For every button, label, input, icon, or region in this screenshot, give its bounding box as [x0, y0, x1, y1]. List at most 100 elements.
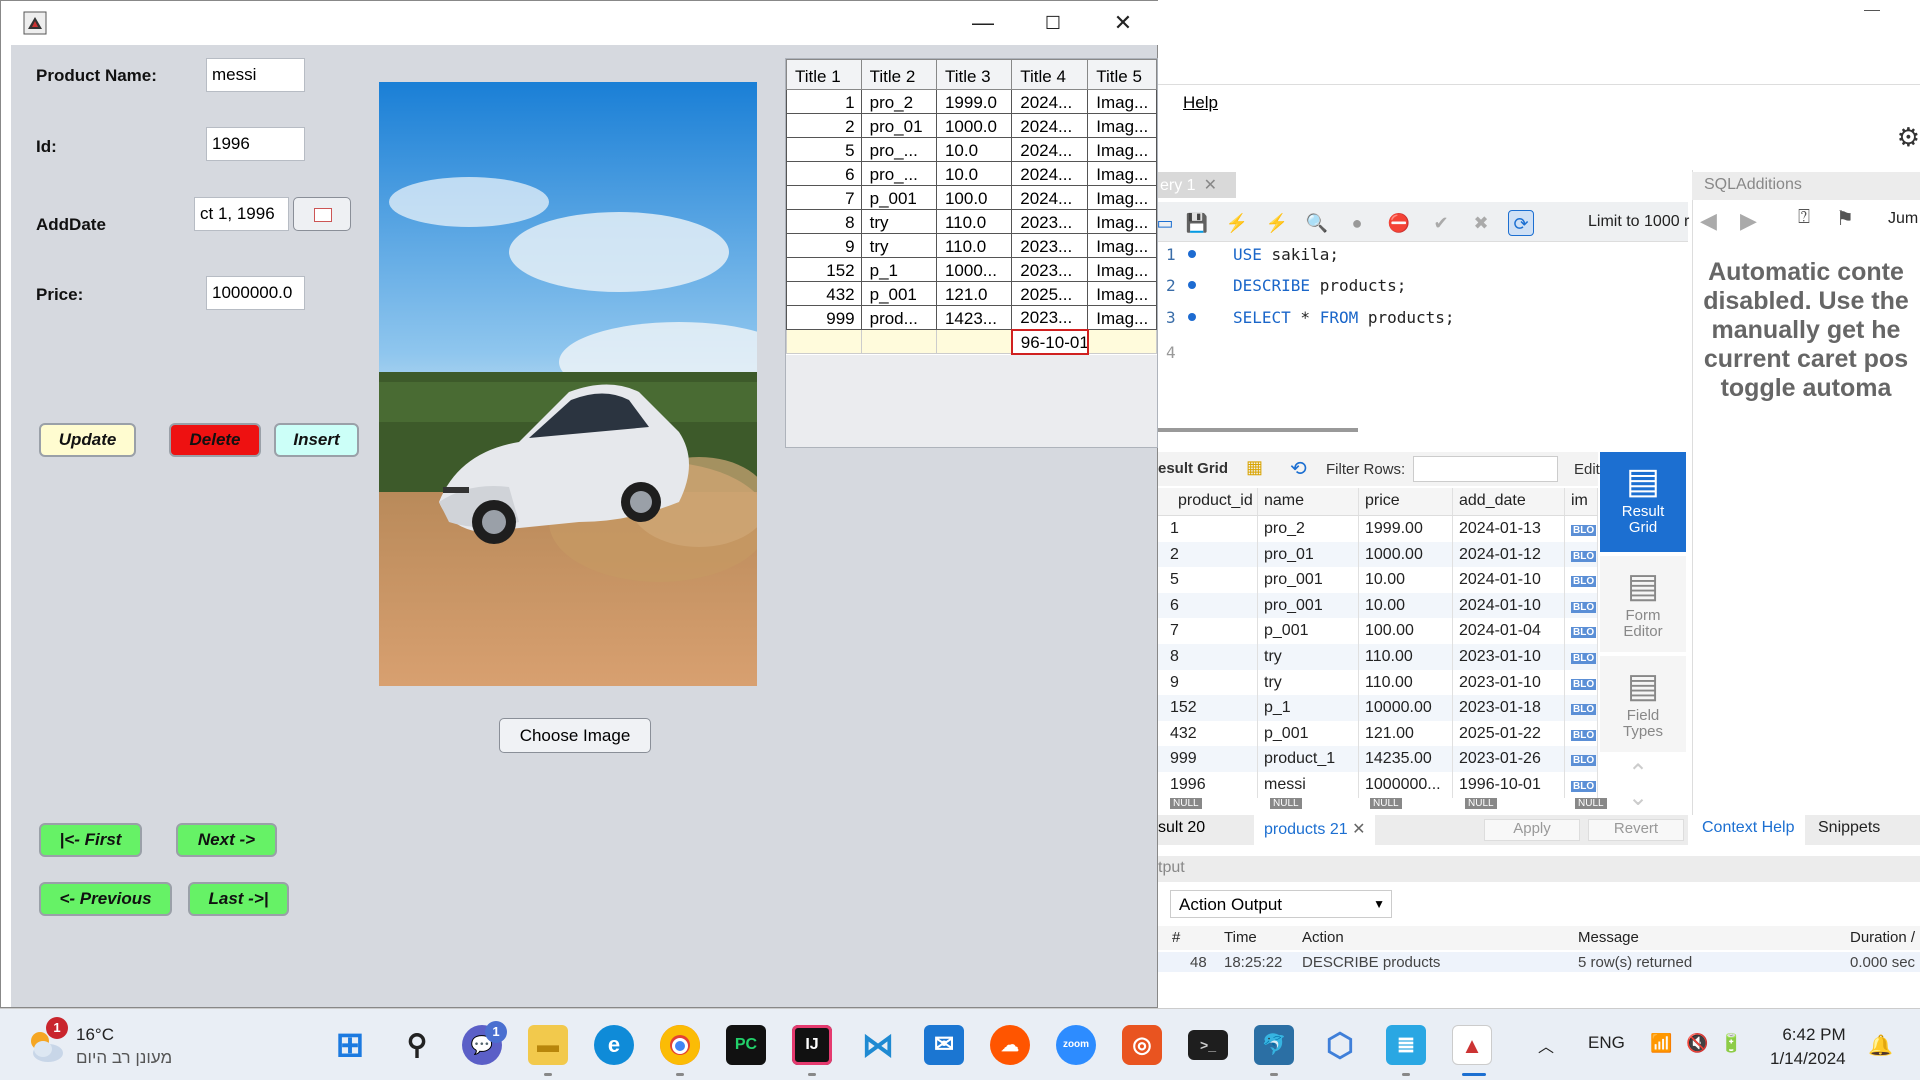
grid-cell[interactable]: pro_2 — [1258, 516, 1359, 542]
chevron-up-icon[interactable]: ︿ — [1538, 1033, 1554, 1057]
clock[interactable]: 6:42 PM 1/14/2024 — [1770, 1023, 1846, 1071]
table-cell[interactable]: pro_... — [860, 161, 937, 186]
revert-button[interactable]: Revert — [1588, 819, 1684, 841]
choose-image-button[interactable]: Choose Image — [499, 718, 651, 753]
table-cell[interactable]: Imag... — [1087, 137, 1157, 162]
notification-bell-icon[interactable]: 🔔 — [1868, 1033, 1893, 1058]
table-cell[interactable]: p_001 — [860, 185, 937, 210]
table-cell[interactable]: 999 — [786, 305, 862, 330]
grid-cell[interactable]: 10000.00 — [1359, 695, 1453, 721]
grid-row[interactable]: 9 try 110.00 2023-01-10 BLO — [1158, 669, 1598, 696]
grid-cell[interactable]: 14235.00 — [1359, 746, 1453, 772]
grid-row[interactable]: 2 pro_01 1000.00 2024-01-12 BLO — [1158, 541, 1598, 568]
grid-cell-blob[interactable]: BLO — [1565, 592, 1598, 619]
field-types-button[interactable]: ▤ Field Types — [1600, 656, 1686, 752]
table-row[interactable]: 432 p_001 121.0 2025... Imag... — [786, 281, 1157, 306]
table-row[interactable]: 8 try 110.0 2023... Imag... — [786, 209, 1157, 234]
grid-cell[interactable]: 2024-01-04 — [1453, 618, 1565, 644]
table-cell[interactable]: pro_01 — [860, 113, 937, 138]
grid-row[interactable]: 7 p_001 100.00 2024-01-04 BLO — [1158, 618, 1598, 644]
explain-icon[interactable]: 🔍 — [1304, 210, 1330, 236]
table-col-title-5[interactable]: Title 5 — [1087, 59, 1157, 90]
toggle-error-icon[interactable]: ⛔ — [1386, 210, 1412, 236]
language-indicator[interactable]: ENG — [1588, 1033, 1625, 1053]
table-cell[interactable]: 110.0 — [935, 233, 1013, 258]
grid-cell[interactable]: p_001 — [1258, 720, 1359, 747]
intellij-icon[interactable]: IJ — [792, 1025, 832, 1065]
grid-cell-blob[interactable]: BLO — [1565, 516, 1598, 542]
grid-cell[interactable]: messi — [1258, 771, 1359, 798]
grid-cell[interactable]: 7 — [1158, 618, 1258, 644]
back-icon[interactable]: ◀ — [1700, 208, 1717, 234]
battery-icon[interactable]: 🔋 — [1720, 1033, 1742, 1054]
table-row[interactable]: 7 p_001 100.0 2024... Imag... — [786, 185, 1157, 210]
table-cell[interactable]: 6 — [786, 161, 862, 186]
workbench-minimize[interactable] — [1864, 10, 1880, 11]
grid-cell[interactable]: 1996-10-01 — [1453, 771, 1565, 798]
table-cell[interactable]: 8 — [786, 209, 862, 234]
edge-icon[interactable]: e — [594, 1025, 634, 1065]
result-tab-20[interactable]: sult 20 — [1158, 819, 1205, 837]
action-output-select[interactable]: Action Output ▼ — [1170, 890, 1392, 918]
table-row[interactable]: 999 prod... 1423... 2023... Imag... — [786, 305, 1157, 330]
close-icon[interactable]: ✕ — [1352, 821, 1365, 838]
table-cell[interactable]: 432 — [786, 281, 862, 306]
stop-icon[interactable]: ● — [1344, 210, 1370, 236]
products-table[interactable]: Title 1 Title 2 Title 3 Title 4 Title 5 … — [786, 59, 1157, 355]
vscode-icon[interactable]: ⋈ — [858, 1025, 898, 1065]
grid-cell[interactable]: 5 — [1158, 567, 1258, 593]
mail-icon[interactable]: ✉ — [924, 1025, 964, 1065]
table-cell[interactable]: 2024... — [1011, 161, 1089, 186]
grid-cell[interactable]: 10.00 — [1359, 567, 1453, 593]
filter-rows-input[interactable] — [1413, 456, 1558, 482]
grid-row[interactable]: 432 p_001 121.00 2025-01-22 BLO — [1158, 720, 1598, 747]
id-field[interactable]: 1996 — [206, 127, 305, 161]
table-cell[interactable]: Imag... — [1087, 185, 1157, 210]
calendar-button[interactable] — [293, 197, 351, 231]
table-cell[interactable]: 2024... — [1011, 89, 1089, 114]
result-grid[interactable]: product_id name price add_date im 1 pro_2… — [1158, 488, 1598, 798]
table-cell-editor[interactable]: 96-10-01 — [1010, 328, 1089, 355]
grid-cell[interactable]: 2024-01-12 — [1453, 541, 1565, 568]
search-icon[interactable]: ⚲ — [397, 1025, 437, 1065]
table-cell[interactable]: 2023... — [1011, 209, 1089, 234]
table-cell[interactable]: 9 — [786, 233, 862, 258]
open-file-icon[interactable]: ▭ — [1158, 210, 1178, 236]
table-cell[interactable]: 2024... — [1011, 185, 1089, 210]
start-windows-icon[interactable]: ⊞ — [330, 1025, 370, 1065]
close-icon[interactable]: ✕ — [1103, 7, 1143, 39]
grid-cell-blob[interactable]: BLO — [1565, 643, 1598, 670]
grid-cell[interactable]: 100.00 — [1359, 618, 1453, 644]
first-button[interactable]: |<- First — [39, 823, 142, 857]
grid-cell[interactable]: p_1 — [1258, 695, 1359, 721]
auto-help-icon[interactable]: ⚑ — [1836, 206, 1854, 231]
next-button[interactable]: Next -> — [176, 823, 277, 857]
autocommit-icon[interactable]: ⟳ — [1508, 210, 1534, 236]
table-cell[interactable]: p_001 — [860, 281, 937, 306]
table-row[interactable]: 1 pro_2 1999.0 2024... Imag... — [786, 89, 1157, 114]
grid-cell-blob[interactable]: BLO — [1565, 618, 1598, 644]
grid-cell[interactable]: 2 — [1158, 541, 1258, 568]
table-col-title-1[interactable]: Title 1 — [786, 59, 862, 90]
table-cell[interactable]: Imag... — [1087, 113, 1157, 138]
close-icon[interactable]: ✕ — [1204, 177, 1217, 194]
table-row-editing[interactable]: 96-10-01 — [786, 328, 1157, 355]
edit-label[interactable]: Edit — [1574, 461, 1600, 478]
grid-cell[interactable]: pro_001 — [1258, 567, 1359, 593]
grid-cell[interactable]: 152 — [1158, 695, 1258, 721]
maximize-icon[interactable]: ☐ — [1033, 7, 1073, 39]
grid-cell-blob[interactable]: BLO — [1565, 695, 1598, 721]
table-cell[interactable]: 10.0 — [935, 161, 1013, 186]
grid-cell[interactable]: 2023-01-10 — [1453, 669, 1565, 696]
grid-cell[interactable]: 2023-01-10 — [1453, 643, 1565, 670]
table-cell[interactable]: Imag... — [1087, 89, 1157, 114]
table-cell[interactable]: 1 — [786, 89, 862, 114]
table-cell[interactable]: Imag... — [1087, 233, 1157, 258]
update-button[interactable]: Update — [39, 423, 136, 457]
table-cell[interactable]: try — [860, 209, 937, 234]
grid-cell-blob[interactable]: BLO — [1565, 541, 1598, 568]
grid-row[interactable]: 6 pro_001 10.00 2024-01-10 BLO — [1158, 592, 1598, 619]
snippets-tab[interactable]: Snippets — [1808, 819, 1890, 837]
table-cell[interactable]: Imag... — [1087, 257, 1157, 282]
title-bar[interactable]: — ☐ ✕ — [1, 1, 1159, 45]
